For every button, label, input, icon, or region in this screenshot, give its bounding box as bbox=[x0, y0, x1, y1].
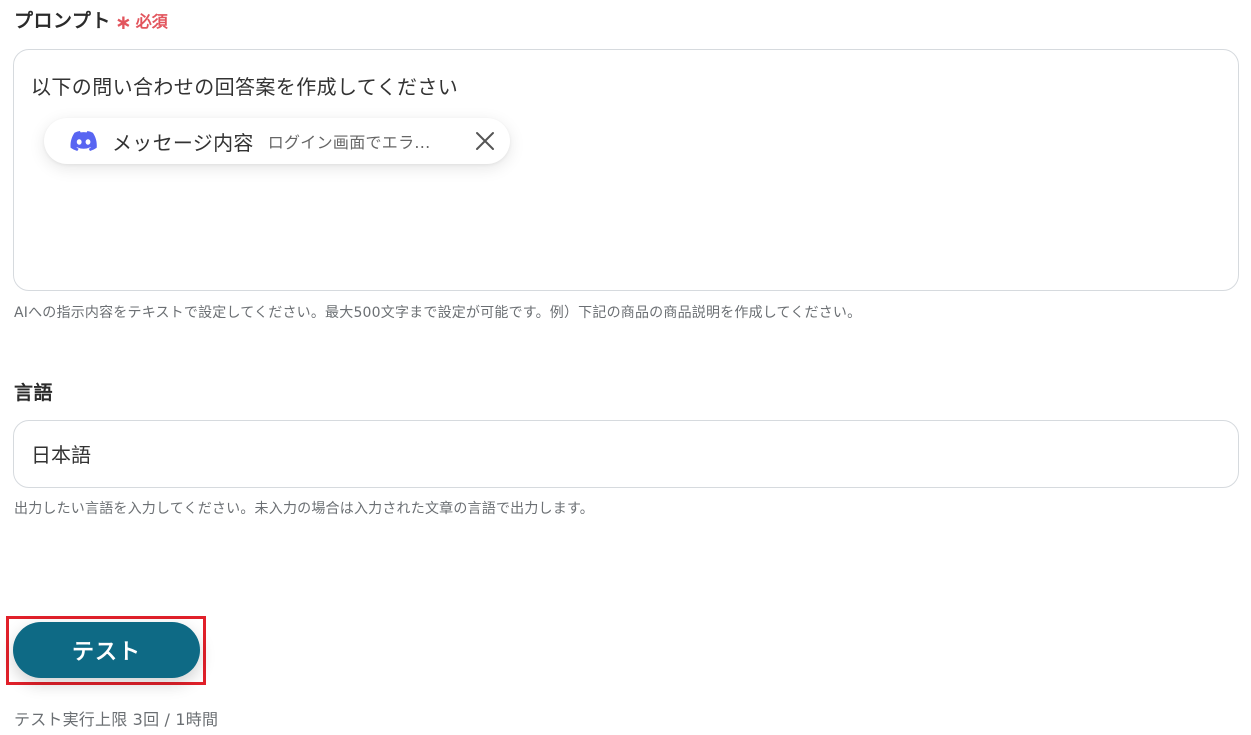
language-input[interactable] bbox=[31, 441, 1211, 465]
required-star-icon: ∗ bbox=[114, 9, 132, 34]
test-limit-text: テスト実行上限 3回 / 1時間 bbox=[14, 710, 219, 729]
discord-icon bbox=[70, 131, 97, 151]
chip-value: ログイン画面でエラ... bbox=[267, 133, 431, 152]
prompt-textarea[interactable]: 以下の問い合わせの回答案を作成してください メッセージ内容 ログイン画面でエラ.… bbox=[13, 49, 1239, 291]
close-icon[interactable] bbox=[474, 130, 496, 152]
test-button[interactable]: テスト bbox=[13, 622, 200, 678]
chip-name: メッセージ内容 bbox=[112, 130, 254, 155]
prompt-hint: AIへの指示内容をテキストで設定してください。最大500文字まで設定が可能です。… bbox=[14, 305, 862, 321]
language-label: 言語 bbox=[14, 382, 54, 404]
prompt-label-row: プロンプト ∗ 必須 bbox=[14, 6, 168, 33]
prompt-text: 以下の問い合わせの回答案を作成してください bbox=[31, 75, 459, 99]
prompt-label: プロンプト bbox=[14, 10, 111, 32]
language-label-row: 言語 bbox=[14, 378, 53, 405]
language-field[interactable] bbox=[13, 420, 1239, 488]
language-hint: 出力したい言語を入力してください。未入力の場合は入力された文章の言語で出力します… bbox=[14, 501, 594, 517]
required-badge: 必須 bbox=[135, 11, 168, 31]
form-page: プロンプト ∗ 必須 以下の問い合わせの回答案を作成してください メッセージ内容… bbox=[0, 0, 1251, 735]
variable-chip[interactable]: メッセージ内容 ログイン画面でエラ... bbox=[44, 118, 510, 164]
